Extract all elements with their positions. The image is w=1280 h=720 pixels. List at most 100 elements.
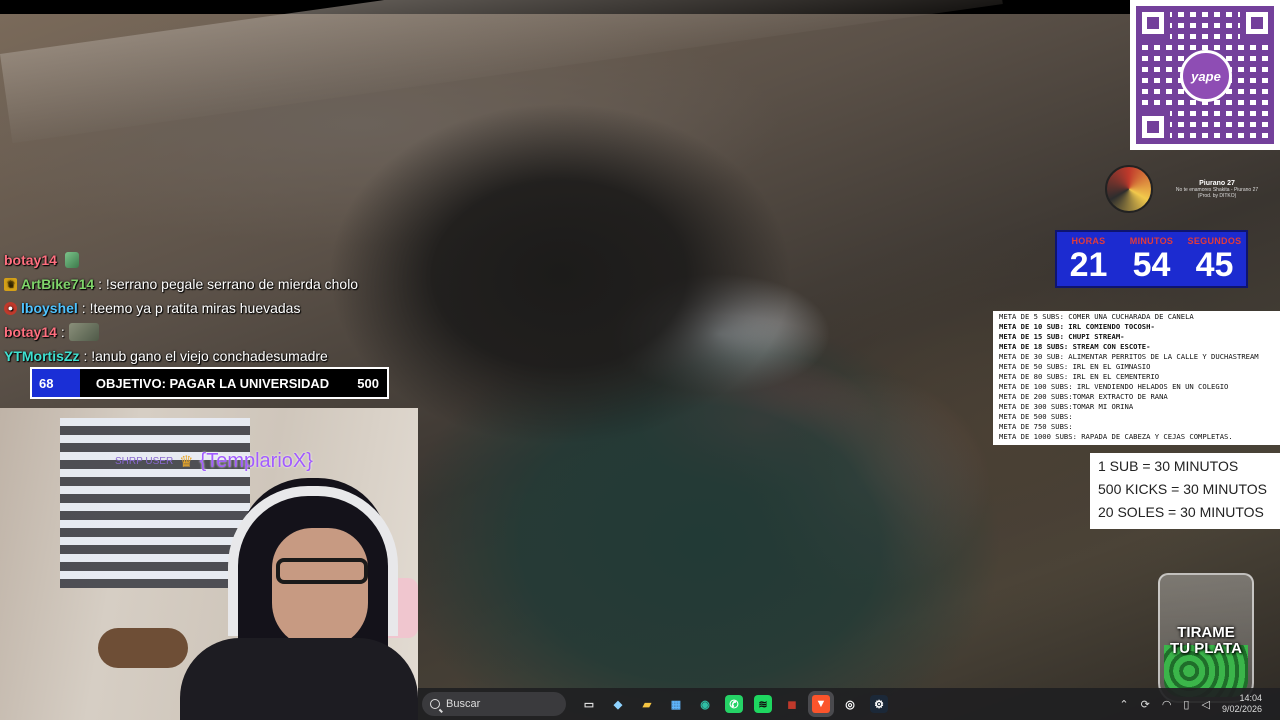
yape-qr-code: yape [1130, 0, 1280, 150]
sub-goal-item: META DE 200 SUBS:TOMAR EXTRACTO DE RANA [999, 392, 1168, 401]
chat-text: : !anub gano el viejo conchadesumadre [83, 348, 328, 364]
obs-icon[interactable]: ◎ [841, 695, 859, 713]
sub-goal-item: META DE 50 SUBS: IRL EN EL GIMNASIO [999, 362, 1151, 371]
time-rates-panel: 1 SUB = 30 MINUTOS 500 KICKS = 30 MINUTO… [1090, 453, 1280, 529]
chat-username[interactable]: YTMortisZz [4, 348, 79, 364]
taskbar-search-box[interactable]: Buscar [422, 692, 566, 716]
clock-time: 14:04 [1239, 693, 1262, 703]
sub-goal-item: META DE 30 SUB: ALIMENTAR PERRITOS DE LA… [999, 352, 1259, 361]
emote-icon [68, 323, 99, 341]
sub-goal-item: META DE 100 SUBS: IRL VENDIENDO HELADOS … [999, 382, 1229, 391]
clock-date: 9/02/2026 [1221, 704, 1262, 714]
yape-brand: yape [1191, 68, 1221, 84]
qr-corner-top-left [1136, 6, 1170, 40]
countdown-value: 54 [1132, 246, 1171, 284]
qr-pattern: yape [1136, 6, 1274, 144]
jar-label-line1: TIRAME [1177, 624, 1235, 641]
donor-name: {TemplarioX} [199, 450, 313, 472]
now-playing-subtitle: No te enamores Shakita - Piurano 27 [1175, 186, 1259, 193]
rate-line: 1 SUB = 30 MINUTOS [1098, 458, 1239, 474]
countdown-label: SEGUNDOS [1187, 236, 1242, 246]
now-playing-title: Piurano 27 [1199, 179, 1235, 187]
qr-corner-bottom-left [1136, 110, 1170, 144]
sub-goal-item: META DE 300 SUBS:TOMAR MI ORINA [999, 402, 1134, 411]
rate-line: 500 KICKS = 30 MINUTOS [1098, 481, 1267, 497]
chat-message: YTMortisZz: !anub gano el viejo conchade… [4, 344, 424, 368]
taskbar-pinned-apps: ▭ ◆ ▰ ▦ ◉ ✆ ≋ ◼ ▼ ◎ ⚙ [580, 695, 888, 713]
sub-goal-item: META DE 750 SUBS: [999, 422, 1073, 431]
countdown-seconds: SEGUNDOS 45 [1183, 232, 1246, 286]
sub-goal-item: META DE 15 SUB: CHUPI STREAM- [999, 332, 1125, 341]
donor-prefix: SHRP USER [115, 456, 174, 467]
sub-goal-item: META DE 500 SUBS: [999, 412, 1073, 421]
windows-taskbar: Buscar ▭ ◆ ▰ ▦ ◉ ✆ ≋ ◼ ▼ ◎ ⚙ ⌃ ⟳ ◠ ▯ ◁ 14:04 9/02/… [418, 688, 1280, 720]
goal-current-value: 68 [39, 375, 54, 391]
file-explorer-icon[interactable]: ▰ [638, 695, 656, 713]
chat-message: botay14 [4, 248, 424, 272]
emote-icon [64, 252, 79, 268]
store-icon[interactable]: ▦ [667, 695, 685, 713]
window-blinds [60, 418, 250, 588]
streamer-headphones [228, 486, 398, 636]
task-view-icon[interactable]: ▭ [580, 695, 598, 713]
crown-icon: ♛ [4, 277, 17, 291]
video-wall-beam [0, 0, 1003, 144]
qr-corner-top-right [1240, 6, 1274, 40]
sub-goal-item: META DE 1000 SUBS: RAPADA DE CABEZA Y CE… [999, 432, 1233, 441]
goal-target-value: 500 [357, 375, 379, 391]
chat-text: : [60, 324, 65, 340]
chat-text: : !teemo ya p ratita miras huevadas [81, 300, 301, 316]
whatsapp-icon[interactable]: ✆ [725, 695, 743, 713]
chat-message: botay14: [4, 320, 424, 344]
top-donor-alert: SHRP USER ♛ {TemplarioX} [115, 450, 313, 473]
sub-goal-item: META DE 5 SUBS: COMER UNA CUCHARADA DE C… [999, 312, 1194, 321]
tray-clock[interactable]: 14:04 9/02/2026 [1222, 693, 1262, 715]
countdown-minutes: MINUTOS 54 [1120, 232, 1183, 286]
edge-icon[interactable]: ◉ [696, 695, 714, 713]
system-tray: ⌃ ⟳ ◠ ▯ ◁ 14:04 9/02/2026 [1119, 688, 1262, 720]
countdown-value: 45 [1195, 246, 1234, 284]
chat-username[interactable]: botay14 [4, 324, 57, 340]
wifi-icon[interactable]: ◠ [1162, 698, 1172, 711]
now-playing-credit: (Prod. by DITKO) [1197, 192, 1237, 199]
plush-toy [98, 628, 188, 668]
countdown-label: HORAS [1071, 236, 1106, 246]
copilot-icon[interactable]: ◆ [609, 695, 627, 713]
mic-icon[interactable]: ▯ [1183, 698, 1189, 711]
chat-username[interactable]: ArtBike714 [21, 276, 94, 292]
yape-logo-icon: yape [1180, 50, 1232, 102]
chat-message: ● lboyshel: !teemo ya p ratita miras huev… [4, 296, 424, 320]
subscriber-goal-bar: 68 OBJETIVO: PAGAR LA UNIVERSIDAD 500 [30, 367, 389, 399]
now-playing-widget: Piurano 27 No te enamores Shakita - Piur… [1105, 164, 1275, 214]
sub-goals-list: META DE 5 SUBS: COMER UNA CUCHARADA DE C… [993, 311, 1280, 445]
dota-icon[interactable]: ◼ [783, 695, 801, 713]
countdown-hours: HORAS 21 [1057, 232, 1120, 286]
volume-icon[interactable]: ◁ [1201, 698, 1209, 711]
jar-label-line2: TU PLATA [1170, 640, 1242, 657]
chat-overlay: botay14 ♛ ArtBike714: !serrano pegale serr… [4, 248, 424, 368]
spotify-icon[interactable]: ≋ [754, 695, 772, 713]
chat-username[interactable]: lboyshel [21, 300, 78, 316]
chat-username[interactable]: botay14 [4, 252, 57, 268]
steam-icon[interactable]: ⚙ [870, 695, 888, 713]
crown-icon: ♛ [179, 453, 194, 471]
jar-label: TIRAME TU PLATA [1160, 625, 1252, 657]
sub-goal-item: META DE 80 SUBS: IRL EN EL CEMENTERIO [999, 372, 1160, 381]
album-art [1105, 165, 1153, 213]
streamer-body [180, 638, 418, 720]
chat-message: ♛ ArtBike714: !serrano pegale serrano de … [4, 272, 424, 296]
sub-goal-item: META DE 10 SUB: IRL COMIENDO TOCOSH- [999, 322, 1155, 331]
chevron-up-icon[interactable]: ⌃ [1119, 698, 1128, 711]
search-placeholder: Buscar [446, 698, 481, 710]
brave-icon[interactable]: ▼ [812, 695, 830, 713]
donation-jar: TIRAME TU PLATA [1158, 573, 1254, 703]
countdown-label: MINUTOS [1129, 236, 1174, 246]
badge-icon: ● [4, 301, 17, 315]
sub-goal-item: META DE 18 SUBS: STREAM CON ESCOTE- [999, 342, 1151, 351]
goal-label: OBJETIVO: PAGAR LA UNIVERSIDAD [95, 375, 330, 391]
search-icon [430, 699, 440, 709]
subathon-countdown: HORAS 21 MINUTOS 54 SEGUNDOS 45 [1055, 230, 1248, 288]
chat-text: : !serrano pegale serrano de mierda chol… [98, 276, 359, 292]
rate-line: 20 SOLES = 30 MINUTOS [1098, 504, 1264, 520]
network-icon[interactable]: ⟳ [1141, 698, 1150, 711]
